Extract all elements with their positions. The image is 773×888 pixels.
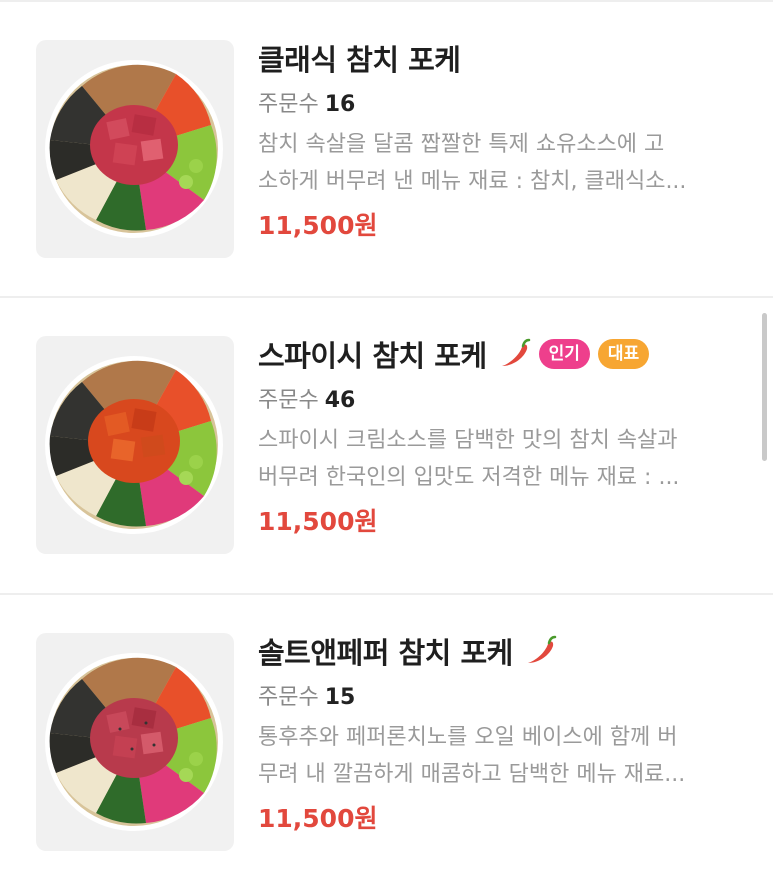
badge-popular: 인기: [538, 339, 590, 369]
menu-item-classic-tuna-poke[interactable]: 클래식 참치 포케 주문수 16 참치 속살을 달콤 짭짤한 특제 쇼유소스에 고…: [0, 0, 773, 298]
menu-item-description: 스파이시 크림소스를 담백한 맛의 참치 속살과 버무려 한국인의 입맛도 저격…: [258, 422, 740, 496]
description-line: 참치 속살을 달콤 짭짤한 특제 쇼유소스에 고: [258, 132, 665, 157]
menu-item-thumbnail: [36, 40, 234, 258]
order-count: 주문수 46: [258, 384, 748, 418]
badge-signature: 대표: [597, 339, 650, 369]
menu-item-price: 11,500원: [258, 507, 378, 536]
order-count-label: 주문수: [258, 388, 319, 413]
poke-bowl-image: [45, 356, 223, 534]
menu-item-name-row: 클래식 참치 포케: [258, 38, 748, 78]
menu-item-description: 통후추와 페퍼론치노를 오일 베이스에 함께 버 무려 내 깔끔하게 매콤하고 …: [258, 719, 740, 793]
order-count-value: 46: [324, 388, 356, 413]
menu-item-info: 클래식 참치 포케 주문수 16 참치 속살을 달콤 짭짤한 특제 쇼유소스에 고…: [258, 38, 748, 246]
order-count: 주문수 16: [258, 88, 748, 122]
description-line: 스파이시 크림소스를 담백한 맛의 참치 속살과: [258, 428, 678, 453]
menu-item-name: 클래식 참치 포케: [258, 43, 461, 77]
menu-item-price: 11,500원: [258, 804, 378, 833]
order-count-label: 주문수: [258, 685, 319, 710]
order-count-value: 16: [324, 92, 356, 117]
description-line: 소하게 버무려 낸 메뉴 재료 : 참치, 클래식소...: [258, 169, 687, 194]
chili-pepper-icon: [523, 635, 557, 667]
menu-item-thumbnail: [36, 633, 234, 851]
description-line: 통후추와 페퍼론치노를 오일 베이스에 함께 버: [258, 725, 678, 750]
menu-item-info: 스파이시 참치 포케 인기 대표 주문수 46 스파이시 크림소스를 담백한 맛의…: [258, 334, 748, 542]
chili-pepper-icon: [497, 338, 531, 370]
order-count-label: 주문수: [258, 92, 319, 117]
menu-item-thumbnail: [36, 336, 234, 554]
order-count: 주문수 15: [258, 681, 748, 715]
poke-bowl-image: [45, 60, 223, 238]
scrollbar[interactable]: [762, 313, 767, 461]
menu-item-name-row: 솔트앤페퍼 참치 포케: [258, 631, 748, 671]
description-line: 버무려 한국인의 입맛도 저격한 메뉴 재료 : ...: [258, 465, 680, 490]
menu-item-name: 솔트앤페퍼 참치 포케: [258, 636, 513, 670]
menu-item-info: 솔트앤페퍼 참치 포케 주문수 15 통후추와 페퍼론치노를 오일 베이스에 함께…: [258, 631, 748, 839]
menu-item-name: 스파이시 참치 포케: [258, 339, 487, 373]
menu-item-salt-pepper-tuna-poke[interactable]: 솔트앤페퍼 참치 포케 주문수 15 통후추와 페퍼론치노를 오일 베이스에 함께…: [0, 595, 773, 888]
menu-item-spicy-tuna-poke[interactable]: 스파이시 참치 포케 인기 대표 주문수 46 스파이시 크림소스를 담백한 맛의…: [0, 298, 773, 594]
order-count-value: 15: [324, 685, 356, 710]
menu-item-name-row: 스파이시 참치 포케 인기 대표: [258, 334, 748, 374]
description-line: 무려 내 깔끔하게 매콤하고 담백한 메뉴 재료...: [258, 762, 686, 787]
menu-item-price: 11,500원: [258, 211, 378, 240]
menu-item-description: 참치 속살을 달콤 짭짤한 특제 쇼유소스에 고 소하게 버무려 낸 메뉴 재료…: [258, 126, 740, 200]
poke-bowl-image: [45, 653, 223, 831]
